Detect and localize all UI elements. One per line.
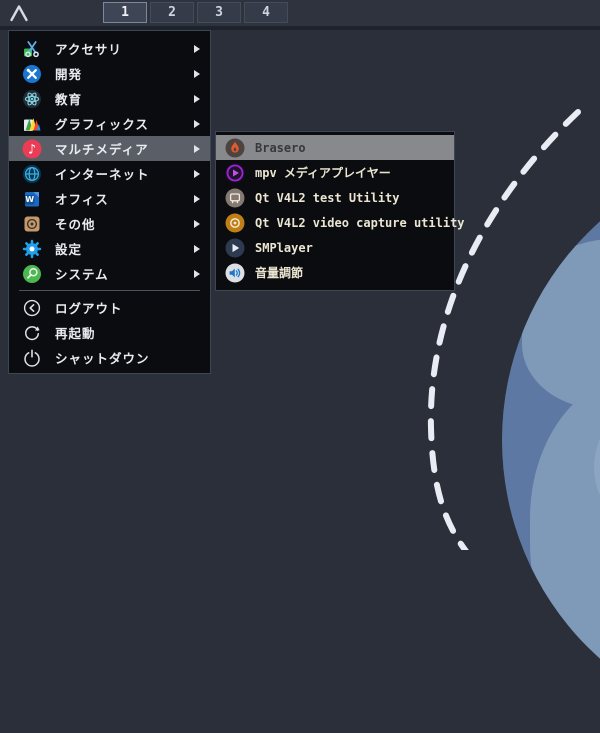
submenu-item-smplayer[interactable]: SMPlayer [216,235,454,260]
workspace-button-1[interactable]: 1 [103,2,147,23]
speaker-icon [224,262,245,283]
menu-item-accessories[interactable]: アクセサリ [9,36,210,61]
gear-icon [21,238,42,259]
word-document-icon: W [21,188,42,209]
menu-item-label: マルチメディア [55,142,149,157]
menu-item-label: その他 [55,217,96,232]
arcolinux-logo-icon [10,5,28,22]
submenu-arrow-icon [194,94,200,103]
menu-item-label: オフィス [55,192,109,207]
graphics-triangles-icon [21,113,42,134]
menu-item-label: 教育 [55,92,83,107]
menu-item-multimedia[interactable]: ♪ マルチメディア [9,136,210,161]
dev-tools-icon [21,63,42,84]
app-launcher-button[interactable] [8,3,30,23]
submenu-item-label: Brasero [255,140,306,155]
menu-item-office[interactable]: W オフィス [9,186,210,211]
top-bar: 1 2 3 4 [0,0,600,30]
menu-item-label: グラフィックス [55,117,149,132]
play-icon [224,237,245,258]
workspace-button-2[interactable]: 2 [150,2,194,23]
menu-item-other[interactable]: その他 [9,211,210,236]
menu-item-label: 設定 [55,242,83,257]
submenu-item-label: SMPlayer [255,240,313,255]
submenu-item-mpv[interactable]: mpv メディアプレイヤー [216,160,454,185]
planet-illustration [502,147,600,733]
menu-item-logout[interactable]: ログアウト [9,295,210,320]
submenu-item-label: 音量調節 [255,266,304,280]
workspace-button-4[interactable]: 4 [244,2,288,23]
menu-item-label: 再起動 [55,326,96,341]
brasero-flame-icon [224,137,245,158]
menu-item-settings[interactable]: 設定 [9,236,210,261]
submenu-item-label: Qt V4L2 video capture utility [255,215,465,230]
svg-text:♪: ♪ [27,142,35,157]
submenu-item-label: mpv メディアプレイヤー [255,166,391,180]
svg-text:W: W [25,195,34,204]
submenu-item-qt-v4l2-capture[interactable]: Qt V4L2 video capture utility [216,210,465,235]
menu-item-shutdown[interactable]: シャットダウン [9,345,210,370]
globe-icon [21,163,42,184]
menu-item-label: 開発 [55,67,83,82]
menu-item-label: システム [55,267,109,282]
tv-icon [224,187,245,208]
submenu-item-label: Qt V4L2 test Utility [255,190,400,205]
submenu-arrow-icon [194,44,200,53]
logout-icon [21,297,42,318]
submenu-arrow-icon [194,219,200,228]
menu-item-development[interactable]: 開発 [9,61,210,86]
atom-icon [21,88,42,109]
power-icon [21,347,42,368]
menu-item-label: シャットダウン [55,351,150,366]
planet-continent [522,239,600,409]
submenu-arrow-icon [194,269,200,278]
multimedia-submenu: Brasero mpv メディアプレイヤー Qt V4L2 test Utili… [215,131,465,291]
menu-item-graphics[interactable]: グラフィックス [9,111,210,136]
submenu-arrow-icon [194,144,200,153]
menu-item-restart[interactable]: 再起動 [9,320,210,345]
submenu-item-brasero[interactable]: Brasero [216,135,454,160]
workspace-button-3[interactable]: 3 [197,2,241,23]
package-icon [21,213,42,234]
menu-item-internet[interactable]: インターネット [9,161,210,186]
scissors-icon [21,38,42,59]
submenu-arrow-icon [194,169,200,178]
mpv-play-icon [224,162,245,183]
application-menu: アクセサリ 開発 教育 グラフィックス ♪ マルチメディア インターネット W … [8,30,211,374]
menu-item-education[interactable]: 教育 [9,86,210,111]
restart-icon [21,322,42,343]
menu-item-label: インターネット [55,167,150,182]
menu-separator [19,290,200,291]
submenu-item-volume[interactable]: 音量調節 [216,260,454,285]
menu-item-label: ログアウト [55,301,123,316]
submenu-arrow-icon [194,69,200,78]
menu-item-system[interactable]: システム [9,261,210,286]
music-note-icon: ♪ [21,138,42,159]
submenu-arrow-icon [194,244,200,253]
camera-reel-icon [224,212,245,233]
submenu-arrow-icon [194,119,200,128]
submenu-arrow-icon [194,194,200,203]
menu-item-label: アクセサリ [55,42,122,57]
planet-continent [530,372,600,702]
submenu-item-qt-v4l2-test[interactable]: Qt V4L2 test Utility [216,185,454,210]
magnifier-icon [21,263,42,284]
